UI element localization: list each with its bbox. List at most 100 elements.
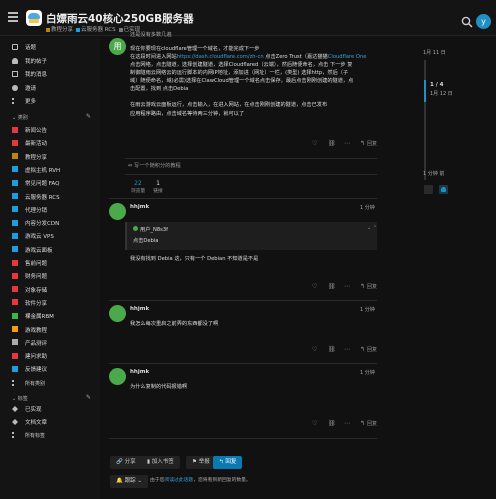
edit-categories-icon[interactable]: ✎ [86,113,91,120]
sidebar-category-item[interactable]: 产品测评 [12,339,47,348]
category-label: 反馈建议 [25,367,48,374]
sidebar-item-messages[interactable]: 我的消息 [12,70,47,79]
like-icon[interactable]: ♡ [312,346,317,353]
divider [125,158,377,159]
bookmark-button[interactable]: ▮ 加入书签 [141,456,180,469]
sidebar-category-item[interactable]: 游戏云 VPS [12,232,54,241]
crumb-rcs[interactable]: 云服务器 RCS [76,25,116,33]
expand-quote-icon[interactable]: ⌄ ⌃ [367,225,377,231]
sidebar-category-item[interactable]: 常见问题 FAQ [12,179,59,188]
category-color-square-icon [12,259,18,266]
sidebar-category-item[interactable]: 裸金属RBM [12,312,54,321]
categories-section-label[interactable]: ⌄ 类别 [12,114,28,121]
post-divider [109,198,377,199]
timeline-reply-icon[interactable] [424,185,433,194]
like-icon[interactable]: ♡ [312,283,317,290]
views-stat: 22 浏览量 [130,180,146,194]
sidebar-category-item[interactable]: 代理分销 [12,206,47,215]
sidebar-category-item[interactable]: 内容分发CDN [12,219,59,228]
post4-time[interactable]: 1 分钟 [360,369,375,376]
post3-reply-button[interactable]: ↰ 回复 [360,346,377,353]
sidebar-item-topics[interactable]: 话题 [12,43,36,52]
sidebar-item-my-posts[interactable]: 我的帖子 [12,57,47,66]
search-icon[interactable] [461,16,473,28]
list-icon [12,379,18,386]
hamburger-menu-icon[interactable] [8,12,18,22]
more-actions-icon[interactable]: ⋯ [344,140,350,147]
list-icon [12,431,18,438]
timeline-handle[interactable] [424,80,426,102]
linked-topic[interactable]: ⇔ 写一个随积分的教程 [128,163,181,170]
topic-title[interactable]: 白嫖雨云40核心250GB服务器 [46,11,194,26]
post4-avatar[interactable] [109,368,126,385]
category-label: 游戏教程 [25,327,48,334]
category-label: 最新活动 [25,141,48,148]
post4-reply-button[interactable]: ↰ 回复 [360,420,377,427]
post-divider [109,438,377,439]
timeline-bell-icon[interactable] [439,185,448,194]
category-color-square-icon [12,126,18,133]
tags-section-label[interactable]: ⌄ 标签 [12,395,28,402]
flag-button[interactable]: ⚑ 举报 [186,456,216,469]
sidebar-category-item[interactable]: 售前问题 [12,259,47,268]
sidebar-category-item[interactable]: 云服务器 RCS [12,193,60,202]
tracking-dropdown[interactable]: 🔔 跟踪 ⌄ [110,475,148,488]
sidebar-all-categories[interactable]: 所有类别 [12,379,45,388]
sidebar-category-item[interactable]: 新闻公告 [12,126,47,135]
link-icon[interactable]: ⛓ [328,346,336,353]
link-icon[interactable]: ⛓ [328,283,336,290]
share-button[interactable]: 🔗 分享 [110,456,142,469]
reply-button[interactable]: ↰ 回复 [213,456,243,469]
sidebar-tag-implemented[interactable]: 已实现 [12,405,42,414]
sidebar-category-item[interactable]: 游戏教程 [12,326,48,335]
crumb-education[interactable]: 教程分享 [46,25,73,33]
timeline-start-date[interactable]: 1月 11 日 [423,49,446,56]
post1-avatar[interactable]: 用 [109,38,126,55]
sidebar-category-item[interactable]: 最新活动 [12,139,48,148]
category-color-square-icon [12,312,18,319]
timeline-end-time[interactable]: 1 分钟 前 [423,170,444,177]
read-topic-link[interactable]: 阅读过此话题 [164,478,193,483]
sidebar-category-item[interactable]: 财务问题 [12,272,47,281]
site-logo[interactable] [26,10,42,26]
user-avatar[interactable]: y [476,14,491,29]
more-actions-icon[interactable]: ⋯ [344,420,350,427]
post3-username[interactable]: hhjmk [130,306,149,312]
post2-body: 我没有找到 Debia 这，只有一个 Debian 不知道是不是 [130,256,259,262]
post3-time[interactable]: 1 分钟 [360,306,375,313]
cloudflare-one-link[interactable]: Cloudflare One [328,54,367,60]
link-icon[interactable]: ⛓ [328,140,336,147]
sidebar-category-item[interactable]: 虚拟主机 RVH [12,166,60,175]
sidebar-item-more[interactable]: 更多 [12,97,36,106]
more-actions-icon[interactable]: ⋯ [344,346,350,353]
sidebar-all-tags[interactable]: 所有标签 [12,431,45,440]
sidebar-category-item[interactable]: 对象存储 [12,286,47,295]
post2-username[interactable]: hhjmk [130,204,149,210]
category-color-square-icon [12,219,18,226]
category-color-square-icon [12,339,18,346]
sidebar-category-item[interactable]: 建问求助 [12,352,47,361]
sidebar-item-invite[interactable]: 邀请 [12,84,36,93]
user-icon [12,57,18,64]
post1-reply-button[interactable]: ↰ 回复 [360,140,377,147]
sidebar-category-item[interactable]: 教程分享 [12,153,47,162]
sidebar-category-item[interactable]: 反馈建议 [12,365,48,374]
link-icon[interactable]: ⛓ [328,420,336,427]
sidebar-category-item[interactable]: 游戏云面板 [12,246,53,255]
divider [125,174,377,175]
more-actions-icon[interactable]: ⋯ [344,283,350,290]
sidebar-tag-docs[interactable]: 文档文章 [12,418,47,427]
cloudflare-link[interactable]: https://dash.cloudflare.com/zh-cn [177,54,264,60]
post2-time[interactable]: 1 分钟 [360,204,375,211]
tag-icon [12,405,18,412]
post4-username[interactable]: hhjmk [130,369,149,375]
like-icon[interactable]: ♡ [312,420,317,427]
sidebar-category-item[interactable]: 软件分享 [12,299,47,308]
post1-line: 点击网络，点击隧道，选择创建隧道，选择Cloudflared（云端），然后随便命… [130,62,353,68]
edit-tags-icon[interactable]: ✎ [86,394,91,401]
post2-reply-button[interactable]: ↰ 回复 [360,283,377,290]
like-icon[interactable]: ♡ [312,140,317,147]
post3-avatar[interactable] [109,305,126,322]
timeline-track[interactable] [424,60,426,180]
post2-avatar[interactable] [109,203,126,220]
